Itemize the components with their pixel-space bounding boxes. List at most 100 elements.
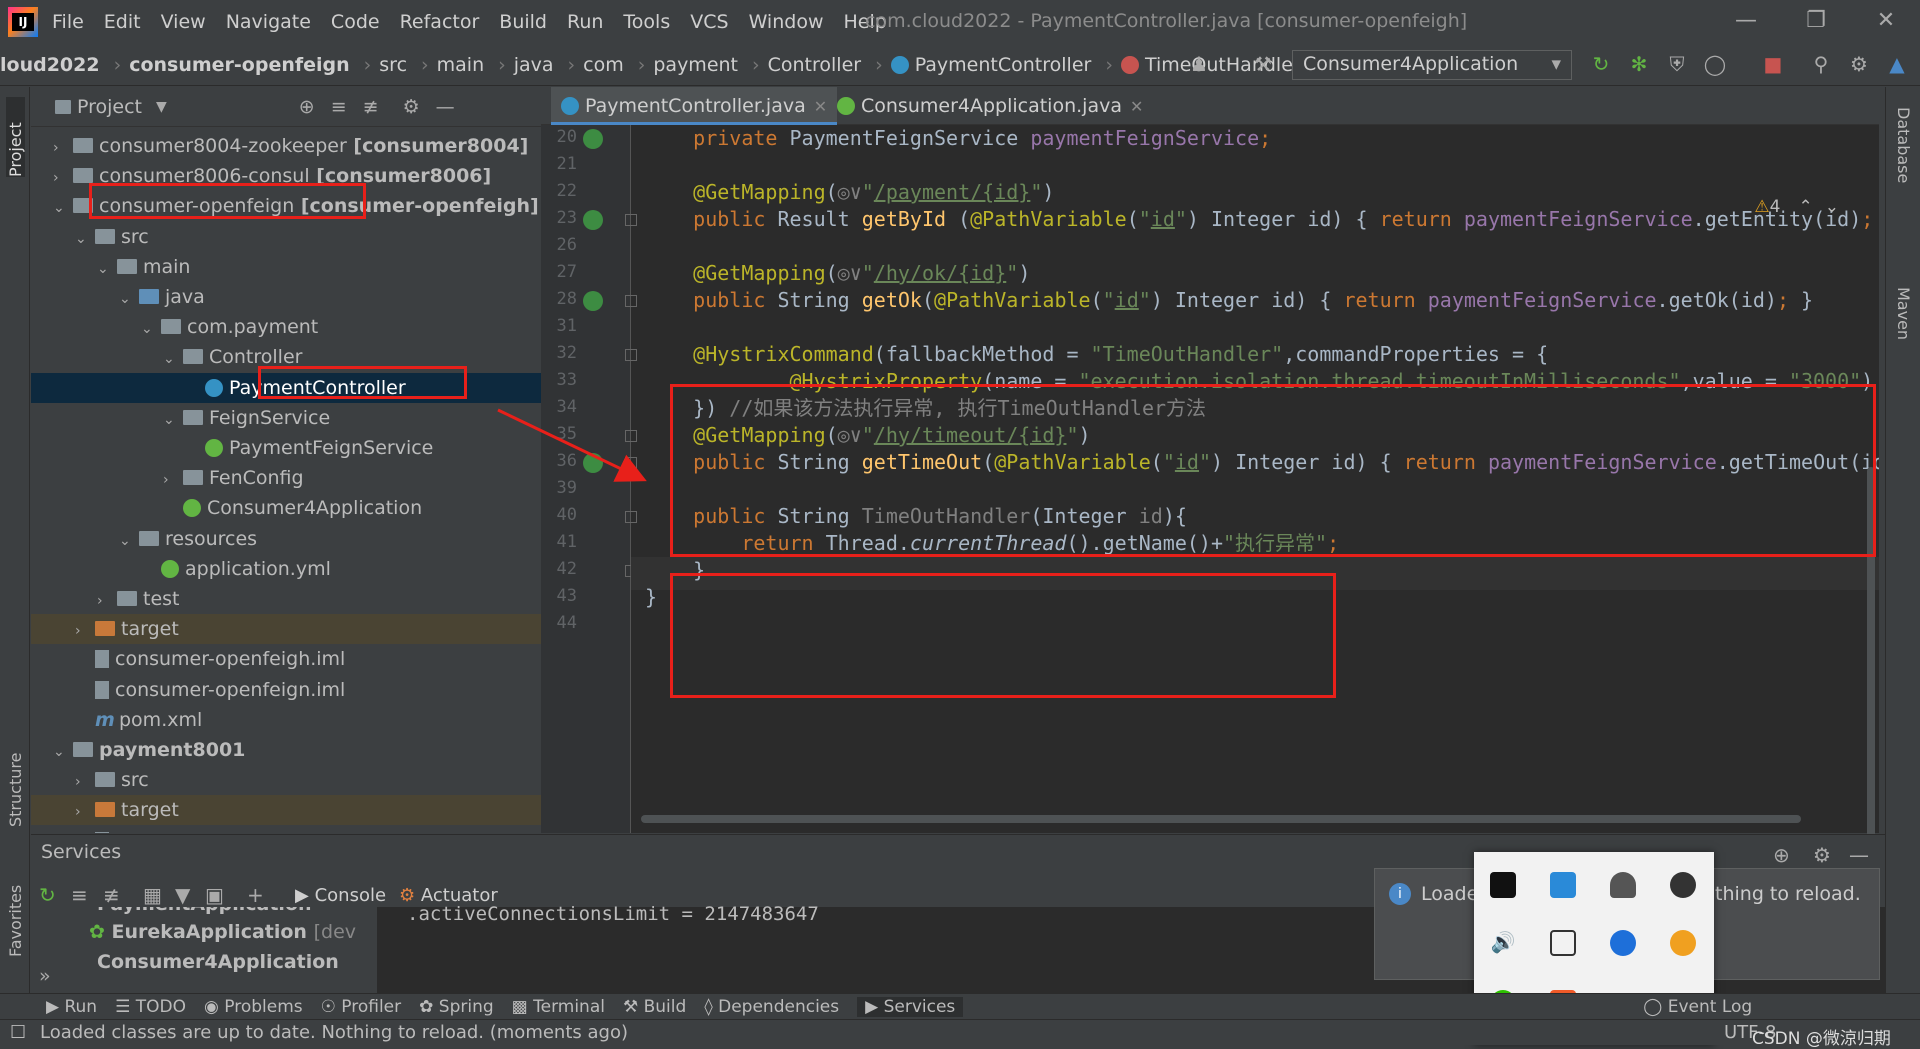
crumb-payment[interactable]: payment bbox=[653, 54, 738, 76]
tree-item[interactable]: › consumer8004-zookeeper [consumer8004] bbox=[31, 131, 541, 161]
menu-tools[interactable]: Tools bbox=[623, 11, 670, 33]
service-item[interactable]: ✿ EurekaApplication [dev bbox=[89, 921, 356, 943]
expand-all-icon[interactable]: ≡ bbox=[71, 883, 88, 907]
tree-item[interactable]: ⌄ java bbox=[31, 282, 541, 312]
bluetooth-icon[interactable] bbox=[1610, 930, 1636, 956]
shield-icon[interactable] bbox=[1610, 872, 1636, 898]
menu-vcs[interactable]: VCS bbox=[690, 11, 728, 33]
tree-item[interactable]: › test bbox=[31, 584, 541, 614]
favorites-tool-tab[interactable]: Favorites bbox=[6, 857, 25, 957]
tree-item[interactable]: consumer-openfeigh.iml bbox=[31, 644, 541, 674]
tree-item[interactable]: ⌄ src bbox=[31, 222, 541, 252]
menu-navigate[interactable]: Navigate bbox=[226, 11, 311, 33]
chevron-down-icon[interactable]: ⌄ bbox=[53, 193, 69, 223]
service-item[interactable]: Consumer4Application bbox=[97, 951, 339, 973]
crumb-src[interactable]: src bbox=[379, 54, 407, 76]
project-panel-title[interactable]: Project bbox=[77, 96, 142, 118]
locate-icon[interactable]: ⊕ bbox=[1773, 843, 1790, 867]
menu-build[interactable]: Build bbox=[499, 11, 547, 33]
menu-run[interactable]: Run bbox=[567, 11, 603, 33]
app-flame-icon[interactable] bbox=[1670, 930, 1696, 956]
run-gutter-icon[interactable] bbox=[583, 291, 603, 311]
tree-item[interactable]: Consumer4Application bbox=[31, 493, 541, 523]
tree-item[interactable]: ⌄ main bbox=[31, 252, 541, 282]
crumb-method[interactable]: TimeOutHandler bbox=[1145, 54, 1301, 76]
crumb-java[interactable]: java bbox=[514, 54, 554, 76]
menu-edit[interactable]: Edit bbox=[104, 11, 141, 33]
chevron-down-icon[interactable]: ⌄ bbox=[163, 405, 179, 435]
tool-problems[interactable]: ◉ Problems bbox=[204, 997, 303, 1017]
tree-item[interactable]: › src bbox=[31, 765, 541, 795]
chevron-down-icon[interactable]: ⌄ bbox=[119, 526, 135, 556]
close-window-button[interactable]: ✕ bbox=[1866, 8, 1906, 33]
chevron-right-icon[interactable]: › bbox=[75, 797, 91, 827]
menu-window[interactable]: Window bbox=[749, 11, 824, 33]
user-icon[interactable]: ♟ bbox=[1186, 52, 1212, 78]
tree-item[interactable]: › target bbox=[31, 614, 541, 646]
tree-item[interactable]: ⌄ payment8001 bbox=[31, 735, 541, 765]
tree-item[interactable]: ⌄ FeignService bbox=[31, 403, 541, 433]
crumb-controller[interactable]: Controller bbox=[768, 54, 861, 76]
tool-services[interactable]: ▶ Services bbox=[857, 996, 964, 1017]
device-icon[interactable] bbox=[1550, 930, 1576, 956]
restore-button[interactable]: ❐ bbox=[1796, 8, 1836, 33]
gear-icon[interactable]: ⚙ bbox=[1846, 52, 1872, 78]
gear-icon[interactable]: ⚙ bbox=[403, 96, 420, 118]
tab-consumer4application[interactable]: Consumer4Application.java ✕ bbox=[827, 87, 1153, 125]
chevron-down-icon[interactable]: ⌄ bbox=[97, 254, 113, 284]
hammer-icon[interactable]: ⚒ bbox=[1250, 52, 1276, 78]
chevron-up-icon[interactable]: ⌃ bbox=[1799, 197, 1813, 217]
status-message[interactable]: Loaded classes are up to date. Nothing t… bbox=[40, 1022, 628, 1043]
ink-icon[interactable] bbox=[1670, 872, 1696, 898]
tool-dependencies[interactable]: ◊ Dependencies bbox=[704, 997, 839, 1017]
collapse-all-icon[interactable]: ≢ bbox=[363, 96, 379, 118]
chevron-down-icon[interactable]: ⌄ bbox=[141, 314, 157, 344]
editor-horizontal-scrollbar[interactable] bbox=[641, 815, 1801, 823]
tree-item[interactable]: m pom.xml bbox=[31, 705, 541, 735]
minimize-button[interactable]: — bbox=[1726, 8, 1766, 33]
tool-terminal[interactable]: ▩ Terminal bbox=[512, 997, 605, 1017]
tree-item[interactable]: › FenConfig bbox=[31, 463, 541, 493]
chevron-down-icon[interactable]: ⌄ bbox=[1825, 197, 1839, 217]
menu-file[interactable]: File bbox=[52, 11, 84, 33]
chevron-down-icon[interactable]: ▼ bbox=[156, 99, 167, 115]
tab-console[interactable]: ▶ Console bbox=[295, 885, 386, 906]
stop-icon[interactable]: ■ bbox=[1760, 52, 1786, 78]
chevron-right-icon[interactable]: › bbox=[53, 163, 69, 193]
code-line[interactable]: public Result getById (@PathVariable("id… bbox=[645, 203, 1879, 236]
code-line[interactable]: } bbox=[645, 581, 657, 614]
tree-item[interactable]: ⌄ com.payment bbox=[31, 312, 541, 342]
project-tool-tab[interactable]: Project bbox=[6, 97, 25, 177]
tree-item[interactable]: PaymentFeignService bbox=[31, 433, 541, 463]
structure-tool-tab[interactable]: Structure bbox=[6, 727, 25, 827]
filter-icon[interactable]: ▼ bbox=[175, 883, 190, 907]
code-line[interactable]: public String getOk(@PathVariable("id") … bbox=[645, 284, 1813, 317]
menu-code[interactable]: Code bbox=[331, 11, 380, 33]
close-icon[interactable]: ✕ bbox=[1130, 97, 1143, 116]
run-config-selector[interactable]: Consumer4Application ▾ bbox=[1292, 50, 1572, 80]
tree-item[interactable]: ⌄ resources bbox=[31, 524, 541, 554]
hide-panel-icon[interactable]: — bbox=[1849, 843, 1869, 867]
tool-run[interactable]: ▶ Run bbox=[46, 997, 97, 1017]
crumb-project[interactable]: loud2022 bbox=[0, 54, 100, 76]
refresh-icon[interactable]: ↻ bbox=[39, 883, 56, 907]
chevron-down-icon[interactable]: ⌄ bbox=[119, 284, 135, 314]
tool-spring[interactable]: ✿ Spring bbox=[419, 997, 494, 1017]
speaker-icon[interactable]: 🔊 bbox=[1490, 930, 1516, 956]
chevron-down-icon[interactable]: ⌄ bbox=[75, 224, 91, 254]
chevron-right-icon[interactable]: › bbox=[75, 616, 91, 646]
chevron-right-icon[interactable]: › bbox=[163, 465, 179, 495]
run-gutter-icon[interactable] bbox=[583, 129, 603, 149]
plugin-icon[interactable]: ▲ bbox=[1884, 52, 1910, 78]
tool-build[interactable]: ⚒ Build bbox=[623, 997, 686, 1017]
crumb-main[interactable]: main bbox=[437, 54, 484, 76]
profile-icon[interactable]: ◯ bbox=[1702, 52, 1728, 78]
chevron-right-icon[interactable]: › bbox=[53, 133, 69, 163]
chevron-right-icon[interactable]: › bbox=[75, 767, 91, 797]
tree-item[interactable]: payment8001.iml bbox=[31, 826, 541, 833]
add-icon[interactable]: + bbox=[247, 883, 264, 907]
rerun-icon[interactable]: ↻ bbox=[1588, 52, 1614, 78]
service-item[interactable]: PaymentApplication bbox=[97, 907, 312, 915]
run-gutter-icon[interactable] bbox=[583, 453, 603, 473]
maven-tool-tab[interactable]: Maven bbox=[1894, 287, 1913, 387]
